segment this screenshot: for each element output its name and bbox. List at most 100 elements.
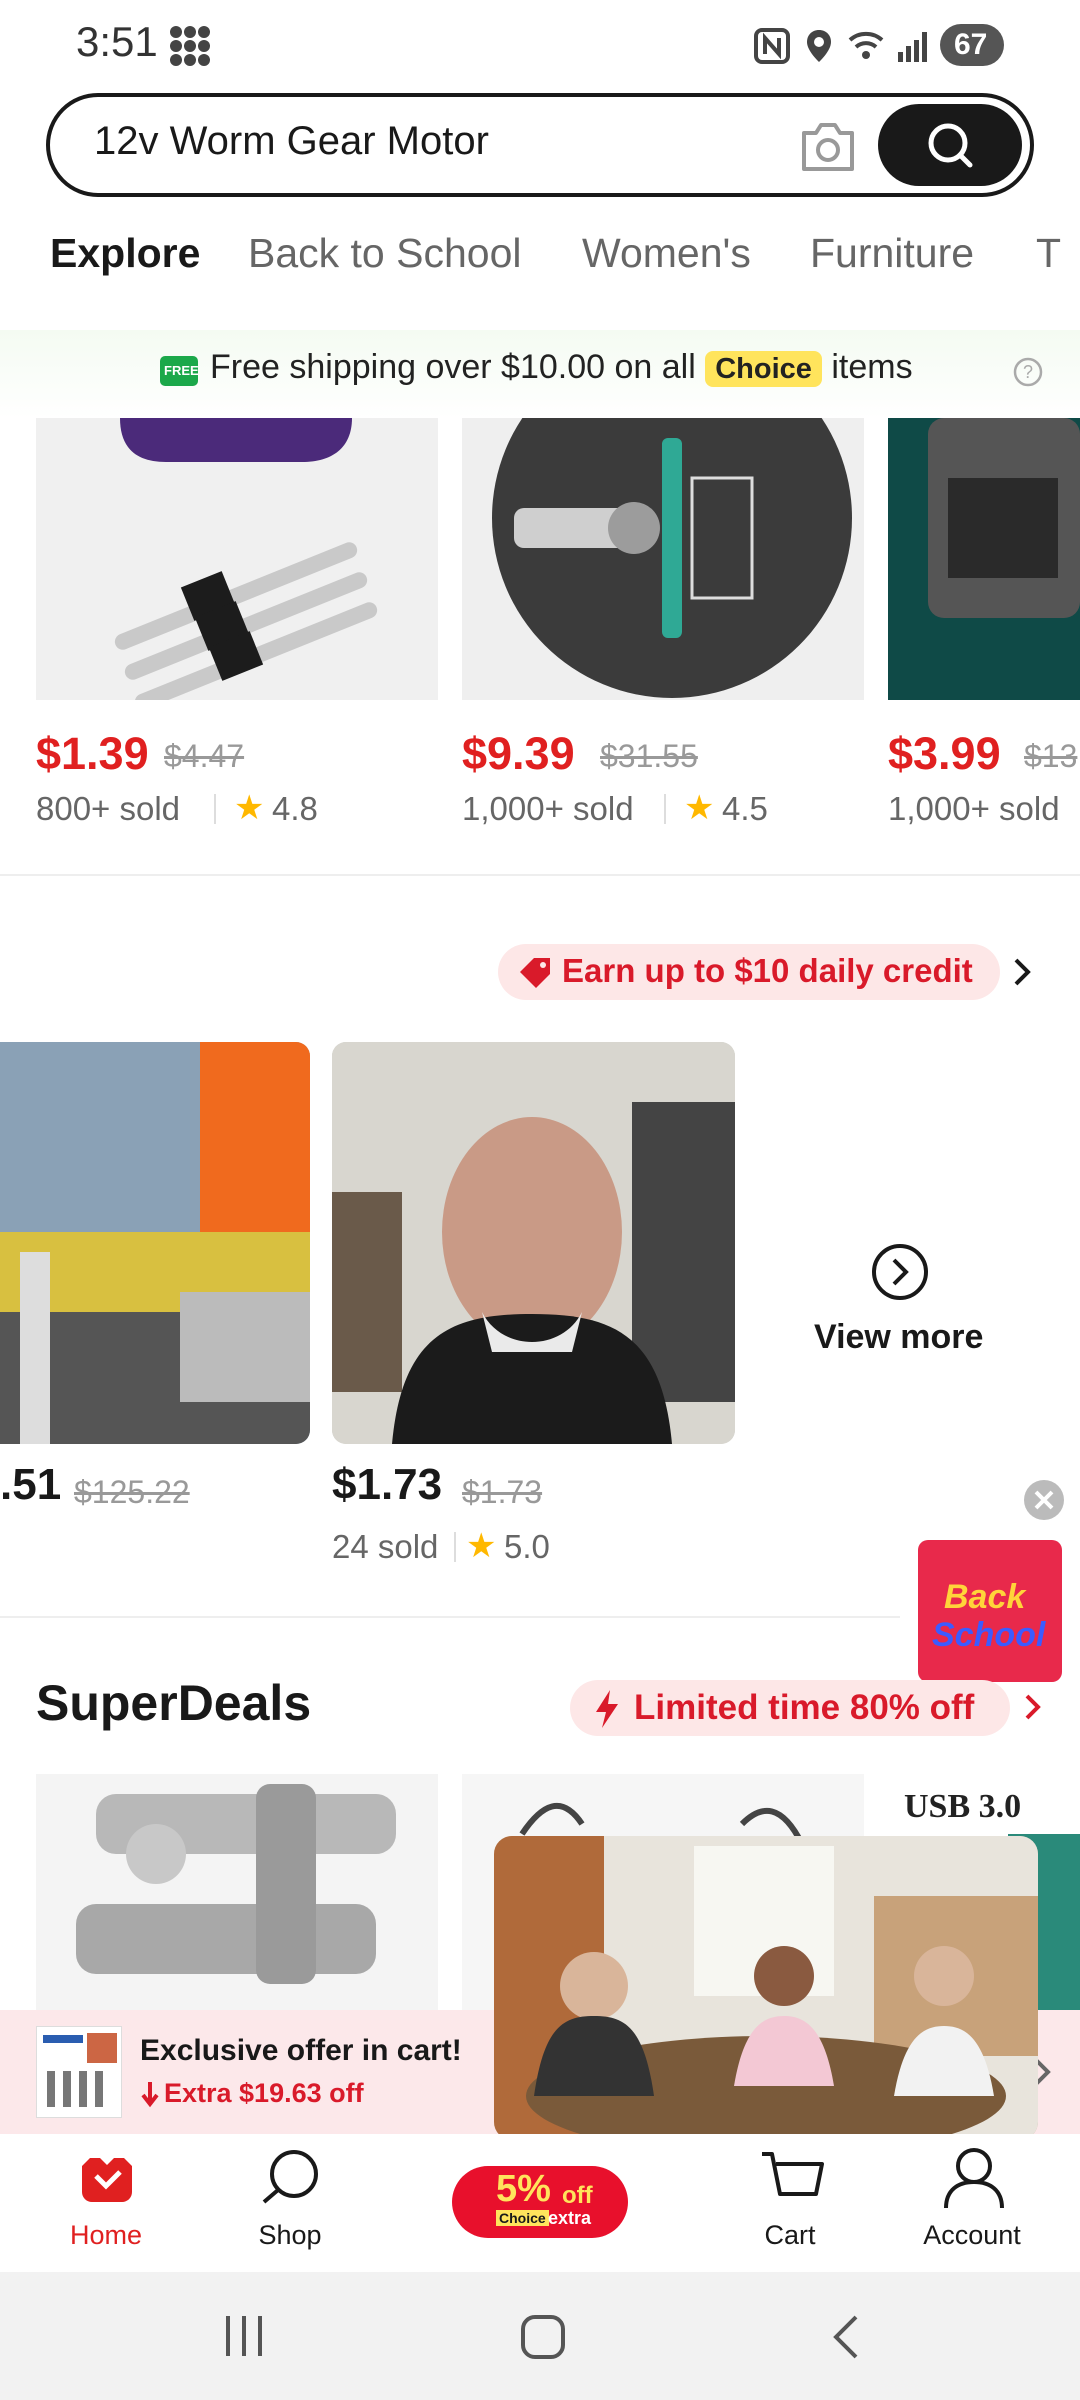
- product-image[interactable]: [36, 418, 438, 700]
- nav-account-label: Account: [923, 2220, 1021, 2250]
- back-to-school-float-button[interactable]: Back School: [918, 1540, 1062, 1682]
- video-old-price: $1.73: [462, 1474, 543, 1510]
- home-system-icon[interactable]: [520, 2314, 566, 2360]
- separator: [454, 1532, 456, 1562]
- svg-text:?: ?: [1023, 362, 1033, 382]
- star-icon: ★: [466, 1527, 497, 1565]
- home-icon: [82, 2158, 132, 2202]
- product-image[interactable]: [888, 418, 1080, 700]
- chevron-right-icon[interactable]: [1010, 956, 1034, 988]
- shipping-text-before: Free shipping over $10.00 on all: [210, 348, 696, 386]
- view-more-arrow-icon[interactable]: [870, 1242, 930, 1302]
- deal-image[interactable]: [36, 1774, 438, 2010]
- product-sold: 800+ sold: [36, 790, 181, 827]
- cart-offer-subtitle: Extra $19.63 off: [164, 2078, 364, 2108]
- free-shipping-banner[interactable]: FREE Free shipping over $10.00 on all Ch…: [0, 330, 1080, 418]
- product-price: $3.99: [888, 728, 1001, 779]
- rotary-disc-image: [492, 418, 852, 698]
- back-badge-line2: School: [932, 1616, 1046, 1654]
- earn-credit-label: Earn up to $10 daily credit: [562, 952, 973, 989]
- limited-time-button[interactable]: Limited time 80% off: [570, 1680, 1010, 1736]
- recent-apps-icon[interactable]: [222, 2314, 266, 2358]
- video-rating: 5.0: [504, 1528, 550, 1565]
- search-input[interactable]: 12v Worm Gear Motor: [94, 119, 489, 164]
- nav-promo-button[interactable]: 5% off Choice extra: [452, 2166, 628, 2238]
- video-price: .51: [0, 1460, 62, 1509]
- search-bar[interactable]: 12v Worm Gear Motor: [46, 93, 1034, 197]
- app-grid-icon: [170, 26, 210, 66]
- limited-time-label: Limited time 80% off: [634, 1688, 975, 1727]
- search-icon: [928, 123, 973, 168]
- free-icon-label: FREE: [164, 363, 199, 378]
- tab-explore[interactable]: Explore: [50, 230, 200, 277]
- star-icon: ★: [234, 789, 265, 827]
- nav-cart-label: Cart: [764, 2220, 816, 2250]
- nav-home-label: Home: [69, 2220, 143, 2250]
- video-thumbnail: [332, 1042, 735, 1444]
- signal-icon: [898, 32, 927, 62]
- product-old-price: $31.55: [600, 738, 698, 774]
- help-icon[interactable]: ?: [1012, 356, 1044, 388]
- camera-search-icon[interactable]: [798, 119, 858, 173]
- product-sold: 1,000+ sold: [462, 790, 634, 827]
- tab-womens[interactable]: Women's: [582, 230, 751, 277]
- close-icon[interactable]: [1022, 1478, 1066, 1522]
- nav-shop[interactable]: Shop: [210, 2134, 370, 2272]
- floating-video-player[interactable]: [494, 1836, 1038, 2140]
- nav-cart[interactable]: Cart: [710, 2134, 870, 2272]
- product-rating: 4.8: [272, 790, 318, 827]
- battery-level: 67: [954, 28, 988, 61]
- sensor-header-pins-image: [114, 418, 378, 700]
- video-thumbnail: [0, 1042, 310, 1444]
- view-more-link[interactable]: View more: [814, 1318, 983, 1357]
- tab-furniture[interactable]: Furniture: [810, 230, 974, 277]
- product-rating: 4.5: [722, 790, 768, 827]
- nav-shop-label: Shop: [258, 2220, 322, 2250]
- search-button[interactable]: [878, 104, 1022, 186]
- choice-badge: Choice: [705, 351, 822, 387]
- back-badge-line1: Back: [944, 1578, 1026, 1616]
- location-icon: [807, 30, 831, 62]
- arrow-down-icon: [141, 2082, 159, 2108]
- section-divider: [0, 1616, 900, 1618]
- free-shipping-text: Free shipping over $10.00 on all Choice …: [210, 348, 913, 387]
- separator: [214, 794, 216, 824]
- nav-home[interactable]: Home: [26, 2134, 186, 2272]
- bottom-navigation: Home Shop 5% off Choice extra Cart Accou…: [0, 2134, 1080, 2272]
- account-icon: [944, 2148, 1004, 2209]
- tab-back-to-school[interactable]: Back to School: [248, 230, 522, 277]
- cart-offer-title: Exclusive offer in cart!: [140, 2034, 462, 2067]
- tools-kit-image: [43, 2033, 117, 2107]
- podcast-video-thumbnail: [494, 1836, 1038, 2140]
- video-old-price: $125.22: [74, 1474, 190, 1510]
- tab-more[interactable]: T: [1036, 230, 1061, 277]
- product-price: $9.39: [462, 728, 575, 779]
- usb-label: USB 3.0: [904, 1788, 1022, 1825]
- nav-account[interactable]: Account: [892, 2134, 1052, 2272]
- shipping-text-after: items: [831, 348, 913, 386]
- wifi-icon: [848, 31, 884, 59]
- product-sold: 1,000+ sold: [888, 790, 1060, 827]
- section-divider: [0, 874, 1080, 876]
- product-image[interactable]: [462, 418, 864, 700]
- device-image: [928, 418, 1080, 618]
- promo-percent: 5%: [496, 2168, 551, 2210]
- offer-thumbnail: [36, 2026, 122, 2118]
- product-price: $1.39: [36, 728, 149, 779]
- superdeals-title: SuperDeals: [36, 1675, 312, 1731]
- cart-icon: [762, 2152, 824, 2196]
- video-card[interactable]: [0, 1042, 310, 1444]
- status-bar: 3:51 67: [0, 0, 1080, 90]
- chevron-right-icon[interactable]: [1022, 1692, 1044, 1722]
- promo-off: off: [562, 2182, 593, 2209]
- video-card[interactable]: [332, 1042, 735, 1444]
- promo-extra: extra: [548, 2208, 592, 2228]
- shop-search-icon: [262, 2150, 318, 2204]
- star-icon: ★: [684, 789, 715, 827]
- earn-credit-button[interactable]: Earn up to $10 daily credit: [498, 944, 1000, 1000]
- back-icon[interactable]: [828, 2314, 864, 2360]
- video-price: $1.73: [332, 1460, 443, 1509]
- linear-actuator-image: [76, 1784, 396, 1984]
- system-navigation-bar: [0, 2272, 1080, 2400]
- product-old-price: $13: [1024, 738, 1078, 774]
